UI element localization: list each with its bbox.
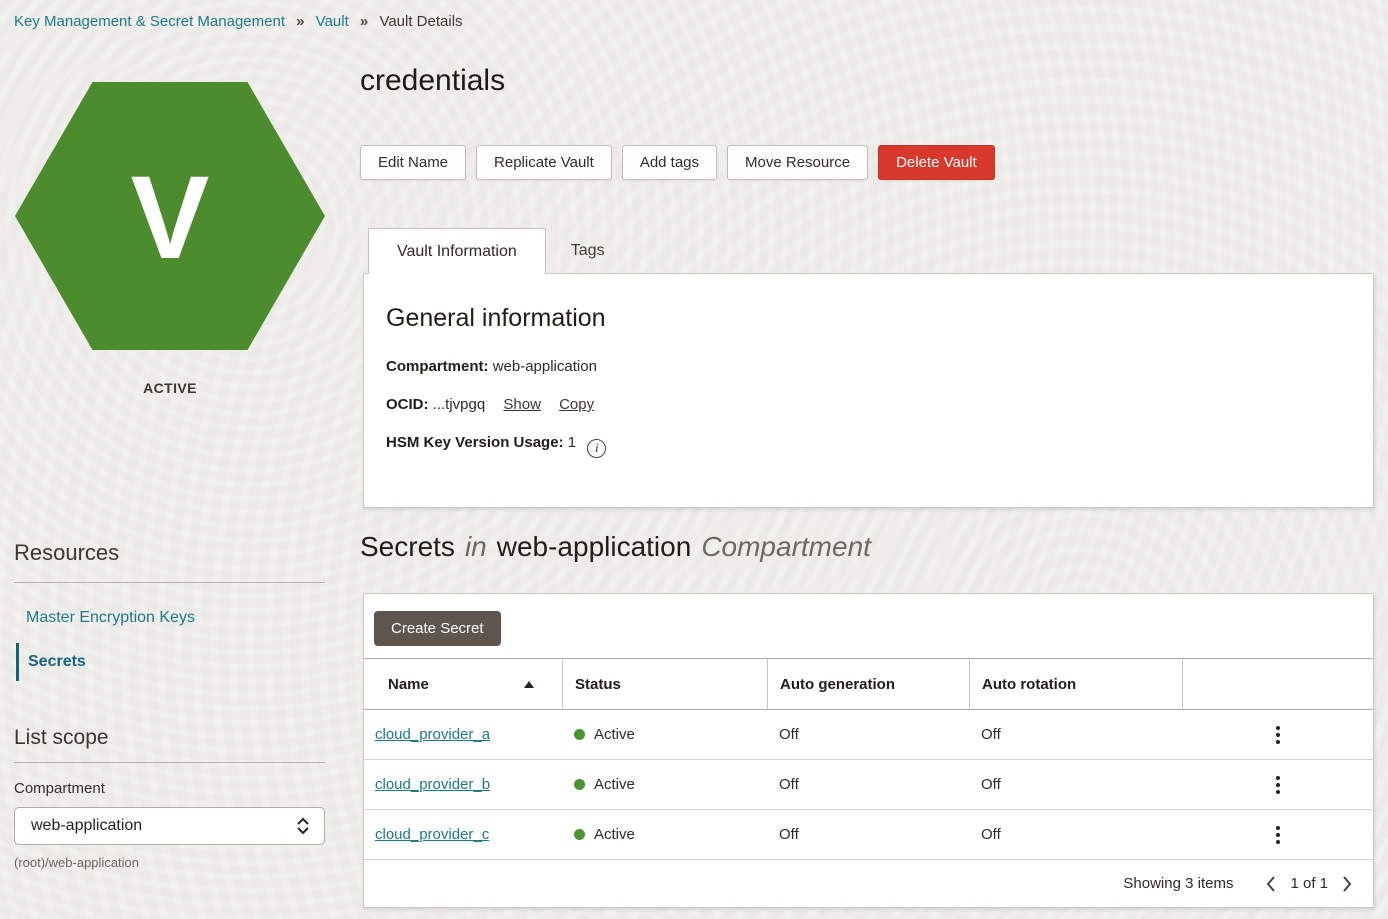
general-information-heading: General information bbox=[386, 304, 1373, 333]
column-header-actions bbox=[1182, 659, 1373, 709]
status-text: Active bbox=[594, 826, 635, 843]
secrets-section-heading: Secrets in web-application Compartment bbox=[360, 531, 871, 563]
table-header-row: Name Status Auto generation Auto rotatio… bbox=[364, 658, 1373, 710]
status-active-dot bbox=[574, 779, 585, 790]
next-page-button[interactable] bbox=[1339, 873, 1355, 895]
sidebar-item-label[interactable]: Master Encryption Keys bbox=[26, 609, 195, 626]
row-actions-menu-button[interactable] bbox=[1270, 820, 1286, 850]
row-actions-menu-button[interactable] bbox=[1270, 720, 1286, 750]
ocid-label: OCID: bbox=[386, 396, 429, 413]
page-indicator: 1 of 1 bbox=[1290, 875, 1328, 892]
divider bbox=[14, 582, 325, 583]
auto-rotation-value: Off bbox=[969, 826, 1182, 843]
kebab-icon bbox=[1276, 726, 1280, 730]
auto-rotation-value: Off bbox=[969, 776, 1182, 793]
secrets-toolbar: Create Secret bbox=[364, 594, 1373, 658]
secret-link[interactable]: cloud_provider_a bbox=[375, 726, 490, 743]
vault-details-page: Key Management & Secret Management » Vau… bbox=[0, 0, 1388, 919]
breadcrumb-separator: » bbox=[296, 13, 304, 30]
compartment-label: Compartment: bbox=[386, 358, 489, 375]
sidebar-item-secrets[interactable]: Secrets bbox=[16, 643, 325, 681]
sidebar-item-master-encryption-keys[interactable]: Master Encryption Keys bbox=[26, 609, 325, 627]
move-resource-button[interactable]: Move Resource bbox=[727, 145, 868, 180]
vault-hexagon-icon: V bbox=[15, 82, 325, 350]
status-label: ACTIVE bbox=[15, 380, 325, 396]
sidebar-item-label[interactable]: Secrets bbox=[28, 653, 86, 670]
replicate-vault-button[interactable]: Replicate Vault bbox=[476, 145, 612, 180]
delete-vault-button[interactable]: Delete Vault bbox=[878, 145, 995, 180]
hsm-usage-label: HSM Key Version Usage: bbox=[386, 434, 564, 451]
column-header-label: Name bbox=[388, 676, 429, 693]
ocid-value: ...tjvpgq bbox=[433, 396, 486, 413]
chevron-left-icon bbox=[1265, 875, 1277, 893]
vault-badge-letter: V bbox=[131, 152, 210, 284]
list-scope-section: List scope Compartment web-application (… bbox=[14, 726, 325, 870]
auto-generation-value: Off bbox=[767, 826, 969, 843]
detail-tabs: Vault Information Tags bbox=[368, 228, 630, 274]
compartment-field-label: Compartment bbox=[14, 780, 325, 797]
hsm-usage-row: HSM Key Version Usage: 1 bbox=[386, 434, 1373, 458]
action-buttons: Edit Name Replicate Vault Add tags Move … bbox=[360, 145, 995, 180]
auto-generation-value: Off bbox=[767, 776, 969, 793]
status-text: Active bbox=[594, 726, 635, 743]
heading-secrets-word: Secrets bbox=[360, 531, 455, 562]
table-row: cloud_provider_b Active Off Off bbox=[364, 760, 1373, 810]
breadcrumb-separator: » bbox=[360, 13, 368, 30]
auto-rotation-value: Off bbox=[969, 726, 1182, 743]
table-footer: Showing 3 items 1 of 1 bbox=[364, 860, 1373, 907]
breadcrumb: Key Management & Secret Management » Vau… bbox=[14, 13, 463, 30]
heading-compartment-word: Compartment bbox=[701, 531, 871, 562]
vault-information-panel: General information Compartment: web-app… bbox=[363, 273, 1374, 508]
ocid-copy-link[interactable]: Copy bbox=[559, 396, 594, 413]
status-active-dot bbox=[574, 829, 585, 840]
secret-link[interactable]: cloud_provider_c bbox=[375, 826, 489, 843]
table-row: cloud_provider_c Active Off Off bbox=[364, 810, 1373, 860]
heading-compartment-name: web-application bbox=[497, 531, 692, 562]
compartment-value: web-application bbox=[493, 358, 597, 375]
column-header-status: Status bbox=[562, 659, 767, 709]
compartment-select-value: web-application bbox=[31, 817, 142, 835]
sort-ascending-icon bbox=[524, 681, 534, 688]
list-scope-title: List scope bbox=[14, 726, 325, 750]
breadcrumb-link-vault[interactable]: Vault bbox=[316, 13, 349, 30]
page-title: credentials bbox=[360, 64, 505, 98]
compartment-select[interactable]: web-application bbox=[14, 807, 325, 845]
auto-generation-value: Off bbox=[767, 726, 969, 743]
tab-vault-information[interactable]: Vault Information bbox=[368, 228, 546, 274]
status-active-dot bbox=[574, 729, 585, 740]
compartment-path: (root)/web-application bbox=[14, 855, 325, 870]
breadcrumb-current: Vault Details bbox=[379, 13, 462, 30]
chevron-right-icon bbox=[1341, 875, 1353, 893]
info-icon[interactable] bbox=[587, 439, 606, 458]
row-actions-menu-button[interactable] bbox=[1270, 770, 1286, 800]
pagination: 1 of 1 bbox=[1263, 873, 1355, 895]
kebab-icon bbox=[1276, 776, 1280, 780]
previous-page-button[interactable] bbox=[1263, 873, 1279, 895]
resources-section: Resources Master Encryption Keys Secrets bbox=[14, 540, 325, 681]
heading-in-word: in bbox=[465, 531, 487, 562]
compartment-row: Compartment: web-application bbox=[386, 358, 1373, 375]
divider bbox=[14, 762, 325, 763]
showing-items-text: Showing 3 items bbox=[1123, 875, 1233, 892]
secret-link[interactable]: cloud_provider_b bbox=[375, 776, 490, 793]
ocid-row: OCID: ...tjvpgq Show Copy bbox=[386, 396, 1373, 413]
column-header-auto-generation: Auto generation bbox=[767, 659, 969, 709]
column-header-name[interactable]: Name bbox=[364, 659, 562, 709]
vault-badge: V ACTIVE bbox=[15, 82, 325, 396]
table-row: cloud_provider_a Active Off Off bbox=[364, 710, 1373, 760]
kebab-icon bbox=[1276, 826, 1280, 830]
status-text: Active bbox=[594, 776, 635, 793]
edit-name-button[interactable]: Edit Name bbox=[360, 145, 466, 180]
select-updown-icon bbox=[295, 816, 311, 836]
add-tags-button[interactable]: Add tags bbox=[622, 145, 717, 180]
create-secret-button[interactable]: Create Secret bbox=[374, 611, 501, 646]
ocid-show-link[interactable]: Show bbox=[503, 396, 541, 413]
secrets-table-card: Create Secret Name Status Auto generatio… bbox=[363, 593, 1374, 908]
breadcrumb-link-key-management[interactable]: Key Management & Secret Management bbox=[14, 13, 285, 30]
hsm-usage-value: 1 bbox=[568, 434, 576, 451]
tab-tags[interactable]: Tags bbox=[546, 228, 630, 274]
column-header-auto-rotation: Auto rotation bbox=[969, 659, 1182, 709]
resources-title: Resources bbox=[14, 540, 325, 566]
